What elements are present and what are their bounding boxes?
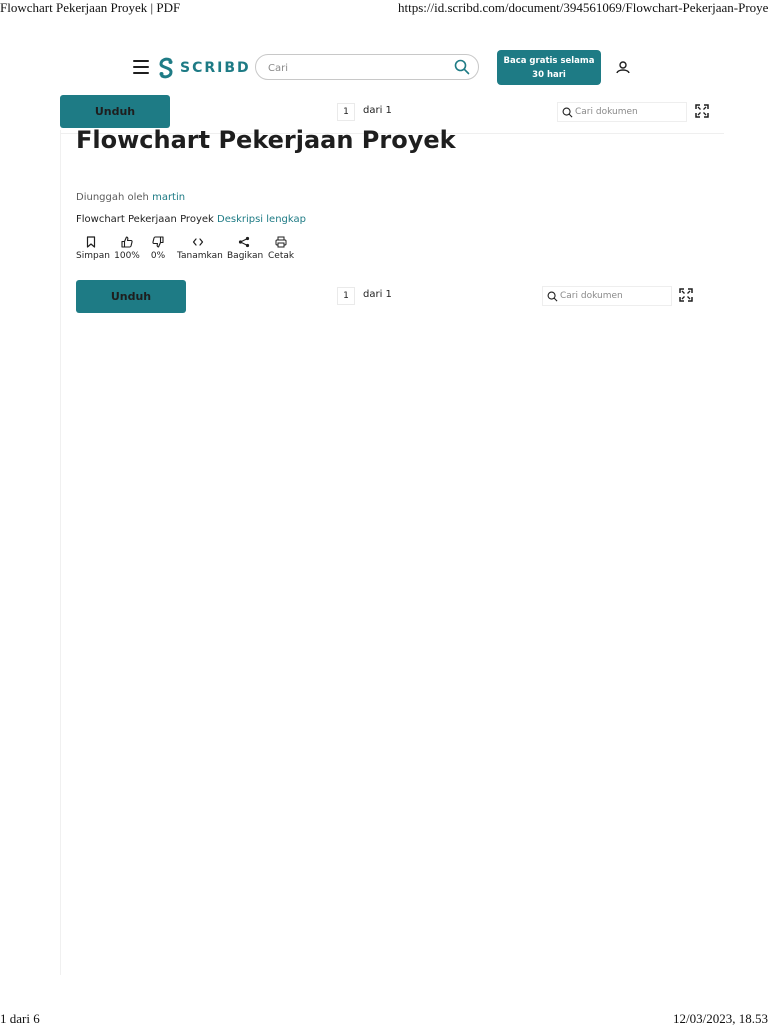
- site-search: [255, 54, 479, 80]
- free-trial-line1: Baca gratis selama: [503, 55, 595, 66]
- document-title: Flowchart Pekerjaan Proyek: [76, 126, 456, 154]
- search-icon[interactable]: [454, 59, 470, 75]
- print-datetime: 12/03/2023, 18.53: [673, 1011, 768, 1026]
- print-action[interactable]: Cetak: [268, 236, 294, 261]
- embed-label: Tanamkan: [177, 251, 223, 261]
- save-action[interactable]: Simpan: [76, 236, 110, 261]
- dislike-action[interactable]: 0%: [149, 236, 167, 261]
- uploader-line: Diunggah oleh martin: [76, 192, 185, 203]
- print-header: Flowchart Pekerjaan Proyek | PDF https:/…: [0, 0, 768, 16]
- like-percentage: 100%: [114, 251, 140, 261]
- document-search-input[interactable]: [575, 107, 683, 117]
- print-page-url: https://id.scribd.com/document/394561069…: [398, 0, 768, 15]
- page-number-input[interactable]: 1: [337, 103, 355, 121]
- uploaded-by-label: Diunggah oleh: [76, 192, 149, 203]
- document-search: [557, 102, 687, 122]
- document-search-input[interactable]: [560, 291, 668, 301]
- description-line: Flowchart Pekerjaan Proyek Deskripsi len…: [76, 214, 306, 225]
- top-nav: SCRIBD Baca gratis selama 30 hari: [0, 50, 768, 86]
- document-search: [542, 286, 672, 306]
- scribd-logo-icon: [159, 57, 173, 79]
- scribd-logo-text: SCRIBD: [180, 60, 251, 76]
- print-icon: [275, 236, 287, 248]
- search-input[interactable]: [266, 58, 450, 78]
- thumbs-down-icon: [152, 236, 164, 248]
- fullscreen-icon[interactable]: [695, 104, 709, 118]
- print-footer: 1 dari 6 12/03/2023, 18.53: [0, 1011, 768, 1027]
- description-text: Flowchart Pekerjaan Proyek: [76, 214, 214, 225]
- menu-icon[interactable]: [133, 60, 149, 74]
- download-button[interactable]: Unduh: [76, 280, 186, 313]
- document-search-icon: [547, 291, 558, 301]
- page-count: dari 1: [363, 105, 392, 116]
- bookmark-icon: [86, 236, 96, 248]
- free-trial-line2: 30 hari: [532, 69, 566, 80]
- fullscreen-icon[interactable]: [679, 288, 693, 302]
- document-search-icon: [562, 107, 573, 117]
- document-toolbar-top: Unduh 1 dari 1: [0, 95, 768, 129]
- scribd-logo[interactable]: SCRIBD: [158, 56, 251, 80]
- download-button[interactable]: Unduh: [60, 95, 170, 128]
- user-icon[interactable]: [613, 58, 633, 78]
- print-page-title: Flowchart Pekerjaan Proyek | PDF: [0, 0, 181, 15]
- document-toolbar-bottom: Unduh 1 dari 1: [0, 280, 768, 314]
- save-label: Simpan: [76, 251, 110, 261]
- share-icon: [238, 236, 250, 248]
- dislike-percentage: 0%: [150, 251, 166, 261]
- page-count: dari 1: [363, 289, 392, 300]
- share-action[interactable]: Bagikan: [227, 236, 264, 261]
- like-action[interactable]: 100%: [114, 236, 140, 261]
- print-label: Cetak: [268, 251, 295, 261]
- full-description-link[interactable]: Deskripsi lengkap: [217, 214, 306, 225]
- print-page-counter: 1 dari 6: [0, 1011, 40, 1026]
- thumbs-up-icon: [121, 236, 133, 248]
- page-number-input[interactable]: 1: [337, 287, 355, 305]
- uploader-link[interactable]: martin: [152, 192, 185, 203]
- embed-action[interactable]: Tanamkan: [177, 236, 223, 261]
- embed-icon: [192, 238, 204, 246]
- free-trial-button[interactable]: Baca gratis selama 30 hari: [497, 50, 601, 85]
- share-label: Bagikan: [227, 251, 264, 261]
